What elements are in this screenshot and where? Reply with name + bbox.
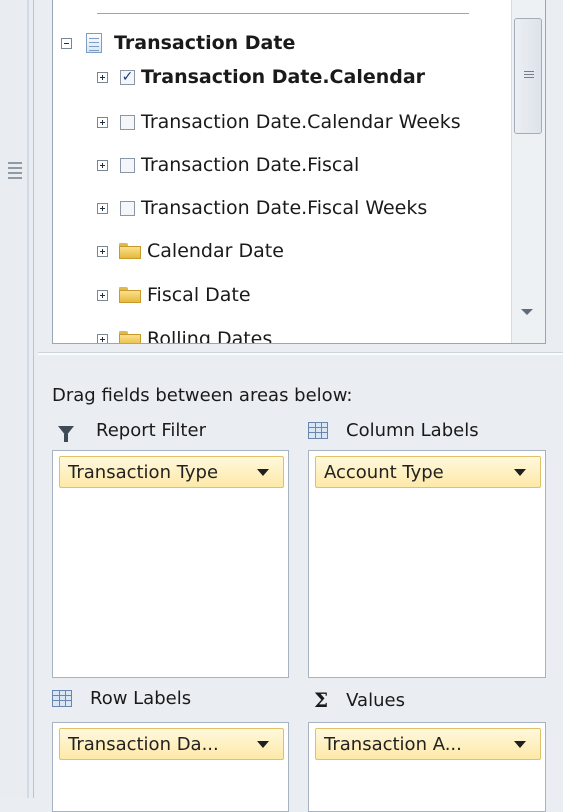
- scrollbar-thumb[interactable]: [514, 18, 542, 134]
- report-filter-label: Report Filter: [96, 420, 206, 441]
- tree-item-fiscal-weeks[interactable]: Transaction Date.Fiscal Weeks: [97, 189, 427, 227]
- folder-icon: [119, 243, 141, 259]
- tree-item-label: Transaction Date.Fiscal Weeks: [141, 197, 428, 219]
- dropdown-arrow-icon[interactable]: [514, 741, 526, 748]
- checkbox-fiscal-weeks[interactable]: [120, 200, 135, 216]
- tree-folder-label: Calendar Date: [147, 240, 284, 262]
- dropdown-arrow-icon[interactable]: [257, 741, 269, 748]
- tree-item-calendar[interactable]: ✓ Transaction Date.Calendar: [97, 58, 425, 96]
- grid-icon: [308, 422, 328, 439]
- values-field[interactable]: Transaction A...: [315, 728, 541, 760]
- filter-icon: [58, 425, 74, 442]
- column-labels-field[interactable]: Account Type: [315, 456, 541, 488]
- field-chip-label: Transaction Type: [68, 461, 219, 483]
- grid-icon: [52, 690, 72, 707]
- report-filter-title: Report Filter: [58, 420, 206, 442]
- field-list-tree[interactable]: Transaction Date ✓ Transaction Date.Cale…: [52, 0, 546, 344]
- field-chip-label: Transaction Da...: [68, 733, 219, 755]
- tree-folder-rolling-dates[interactable]: Rolling Dates: [97, 320, 273, 344]
- tree-scrollbar[interactable]: [511, 0, 545, 343]
- checkbox-calendar-weeks[interactable]: [120, 114, 135, 130]
- expand-icon[interactable]: [97, 116, 108, 128]
- tree-folder-calendar-date[interactable]: Calendar Date: [97, 232, 284, 270]
- tree-item-fiscal[interactable]: Transaction Date.Fiscal: [97, 146, 359, 184]
- tree-item-label: Transaction Date.Calendar Weeks: [141, 111, 461, 133]
- row-labels-label: Row Labels: [90, 688, 192, 709]
- tree-item-label: Transaction Date.Fiscal: [141, 154, 360, 176]
- expand-icon[interactable]: [97, 159, 108, 171]
- folder-icon: [119, 287, 141, 303]
- areas-instructions: Drag fields between areas below:: [52, 385, 353, 406]
- expand-icon[interactable]: [97, 71, 108, 83]
- tree-item-calendar-weeks[interactable]: Transaction Date.Calendar Weeks: [97, 103, 461, 141]
- tree-item-label: Transaction Date.Calendar: [141, 66, 426, 88]
- dropdown-arrow-icon[interactable]: [257, 469, 269, 476]
- values-label: Values: [346, 689, 405, 711]
- tree-folder-fiscal-date[interactable]: Fiscal Date: [97, 276, 251, 314]
- field-chip-label: Account Type: [324, 461, 444, 483]
- collapse-icon[interactable]: [61, 37, 72, 49]
- scroll-down-arrow-icon[interactable]: [521, 309, 533, 315]
- tree-folder-label: Rolling Dates: [147, 328, 273, 344]
- column-labels-title: Column Labels: [308, 420, 479, 441]
- sigma-icon: Σ: [314, 688, 329, 712]
- folder-icon: [119, 331, 141, 343]
- row-labels-field[interactable]: Transaction Da...: [59, 728, 284, 760]
- row-labels-title: Row Labels: [52, 688, 191, 709]
- dropdown-arrow-icon[interactable]: [514, 469, 526, 476]
- dimension-table-icon: [86, 33, 102, 53]
- section-divider: [38, 352, 563, 355]
- report-filter-area[interactable]: Transaction Type: [52, 450, 289, 678]
- tree-top-divider: [97, 13, 469, 14]
- values-area[interactable]: Transaction A...: [308, 722, 546, 812]
- tree-node-label: Transaction Date: [114, 32, 296, 54]
- tree-node-transaction-date[interactable]: Transaction Date: [61, 24, 295, 62]
- field-chip-label: Transaction A...: [324, 733, 462, 755]
- values-title: Σ Values: [314, 688, 405, 712]
- expand-icon[interactable]: [97, 333, 108, 343]
- column-labels-label: Column Labels: [346, 420, 479, 441]
- row-labels-area[interactable]: Transaction Da...: [52, 722, 289, 812]
- expand-icon[interactable]: [97, 202, 108, 214]
- checkbox-calendar[interactable]: ✓: [120, 69, 135, 85]
- expand-icon[interactable]: [97, 289, 108, 301]
- pane-splitter[interactable]: [0, 0, 34, 798]
- expand-icon[interactable]: [97, 245, 108, 257]
- splitter-edge: [27, 0, 29, 798]
- splitter-grip-icon[interactable]: [8, 162, 22, 182]
- column-labels-area[interactable]: Account Type: [308, 450, 546, 678]
- checkbox-fiscal[interactable]: [120, 157, 135, 173]
- report-filter-field[interactable]: Transaction Type: [59, 456, 284, 488]
- tree-folder-label: Fiscal Date: [147, 284, 251, 306]
